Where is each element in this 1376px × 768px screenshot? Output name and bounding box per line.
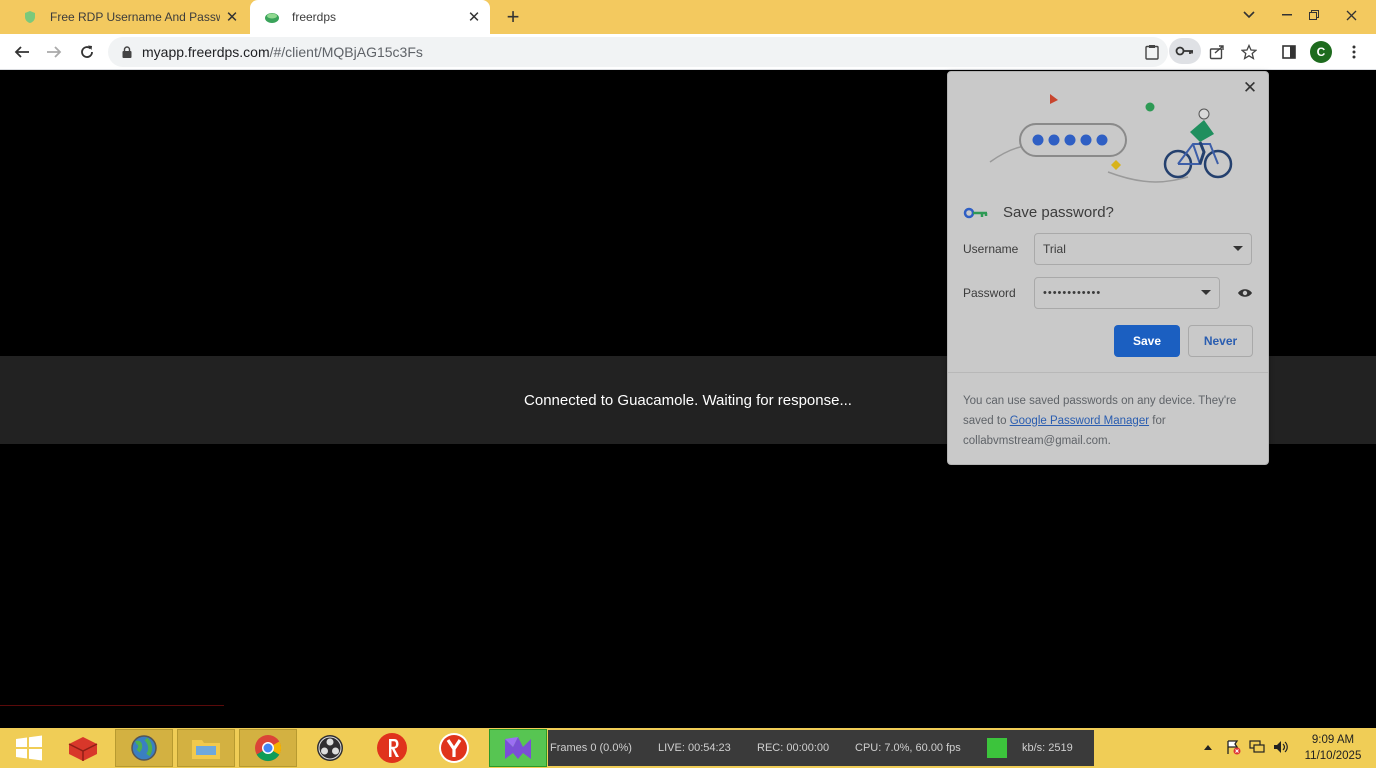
- obs-rec: REC: 00:00:00: [757, 742, 830, 754]
- obs-stats-panel: Frames 0 (0.0%) LIVE: 00:54:23 REC: 00:0…: [548, 730, 1094, 766]
- bubble-footer: You can use saved passwords on any devic…: [948, 372, 1268, 464]
- restore-button[interactable]: [1297, 0, 1331, 30]
- tab-freerdps[interactable]: freerdps ✕: [250, 0, 490, 34]
- tab-title: Free RDP Username And Passwo: [50, 10, 220, 24]
- tab-search-chevron-icon[interactable]: [1232, 0, 1266, 30]
- back-button[interactable]: [8, 38, 36, 66]
- url-text: myapp.freerdps.com/#/client/MQBjAG15c3Fs: [142, 44, 423, 60]
- password-key-icon[interactable]: [1169, 38, 1201, 64]
- yandex-icon: [377, 733, 407, 763]
- close-window-button[interactable]: [1334, 0, 1368, 30]
- windows-taskbar: Frames 0 (0.0%) LIVE: 00:54:23 REC: 00:0…: [0, 728, 1376, 768]
- chevron-down-icon: [1233, 246, 1243, 251]
- leaf-favicon-icon: [264, 9, 280, 25]
- save-button[interactable]: Save: [1114, 325, 1180, 357]
- clipboard-icon[interactable]: [1138, 38, 1166, 66]
- side-panel-icon[interactable]: [1275, 38, 1303, 66]
- taskbar-app-yandex-browser[interactable]: [425, 729, 483, 767]
- clock-time: 9:09 AM: [1311, 734, 1355, 746]
- profile-avatar[interactable]: C: [1310, 41, 1332, 63]
- action-center-flag-icon[interactable]: [1224, 738, 1242, 756]
- save-password-bubble: ✕ Save password? Username Trial Password…: [947, 71, 1269, 465]
- clock-date: 11/10/2025: [1304, 750, 1362, 762]
- obs-icon: [317, 735, 343, 761]
- username-label: Username: [963, 242, 1019, 256]
- obs-health-indicator: [987, 738, 1007, 758]
- folder-icon: [192, 740, 220, 759]
- username-dropdown[interactable]: Trial: [1034, 233, 1252, 265]
- browser-toolbar: myapp.freerdps.com/#/client/MQBjAG15c3Fs…: [0, 34, 1376, 70]
- obs-kbs: kb/s: 2519: [1022, 742, 1073, 754]
- tray-overflow-icon[interactable]: [1199, 738, 1217, 756]
- chrome-icon: [255, 735, 282, 762]
- account-email: collabvmstream@gmail.com.: [963, 435, 1111, 447]
- system-clock[interactable]: 9:09 AM 11/10/2025: [1300, 732, 1366, 764]
- tab-strip: Free RDP Username And Passwo ✕ freerdps …: [0, 0, 1376, 34]
- password-illustration-icon: [989, 94, 1233, 183]
- share-icon[interactable]: [1203, 38, 1231, 66]
- show-password-eye-icon[interactable]: [1236, 285, 1254, 301]
- reload-button[interactable]: [73, 38, 101, 66]
- new-tab-button[interactable]: +: [500, 4, 526, 30]
- tab-title: freerdps: [292, 10, 337, 24]
- start-button[interactable]: [0, 729, 58, 767]
- password-manager-link[interactable]: Google Password Manager: [1010, 415, 1149, 427]
- taskbar-app-explorer[interactable]: [177, 729, 235, 767]
- address-bar[interactable]: myapp.freerdps.com/#/client/MQBjAG15c3Fs: [108, 37, 1168, 67]
- password-value: ••••••••••••: [1043, 287, 1102, 299]
- taskbar-app-obs[interactable]: [301, 729, 359, 767]
- bubble-title: Save password?: [1003, 204, 1114, 221]
- username-value: Trial: [1043, 242, 1066, 256]
- site-favicon-icon: [22, 9, 38, 25]
- obs-cpu: CPU: 7.0%, 60.00 fps: [855, 742, 961, 754]
- yandex-browser-icon: [439, 733, 469, 763]
- url-host: myapp.freerdps.com: [142, 44, 270, 60]
- chevron-down-icon: [1201, 290, 1211, 295]
- tab-free-rdp[interactable]: Free RDP Username And Passwo ✕: [8, 0, 248, 34]
- close-tab-icon[interactable]: ✕: [220, 5, 244, 29]
- network-icon[interactable]: [1248, 738, 1266, 756]
- footer-text-for: for: [1152, 415, 1166, 427]
- lock-icon[interactable]: [120, 45, 134, 59]
- key-icon: [963, 207, 988, 218]
- close-tab-icon[interactable]: ✕: [462, 5, 486, 29]
- purple-m-icon: [505, 737, 531, 759]
- bubble-header: Save password?: [963, 204, 1114, 221]
- taskbar-app-yandex[interactable]: [363, 729, 421, 767]
- globe-icon: [131, 735, 157, 761]
- volume-icon[interactable]: [1272, 738, 1290, 756]
- taskbar-app-box[interactable]: [54, 729, 112, 767]
- bookmark-star-icon[interactable]: [1235, 38, 1263, 66]
- taskbar-app-chrome[interactable]: [239, 729, 297, 767]
- progress-line: [0, 705, 224, 706]
- menu-kebab-icon[interactable]: [1340, 38, 1368, 66]
- windows-logo-icon: [16, 735, 42, 761]
- never-button[interactable]: Never: [1188, 325, 1253, 357]
- obs-frames: Frames 0 (0.0%): [550, 742, 632, 754]
- connection-status-text: Connected to Guacamole. Waiting for resp…: [524, 391, 852, 409]
- forward-button[interactable]: [40, 38, 68, 66]
- url-path: /#/client/MQBjAG15c3Fs: [269, 44, 423, 60]
- taskbar-app-globe[interactable]: [115, 729, 173, 767]
- obs-live: LIVE: 00:54:23: [658, 742, 731, 754]
- password-dropdown[interactable]: ••••••••••••: [1034, 277, 1220, 309]
- red-box-icon: [68, 737, 98, 761]
- taskbar-app-active[interactable]: [489, 729, 547, 767]
- password-label: Password: [963, 286, 1016, 300]
